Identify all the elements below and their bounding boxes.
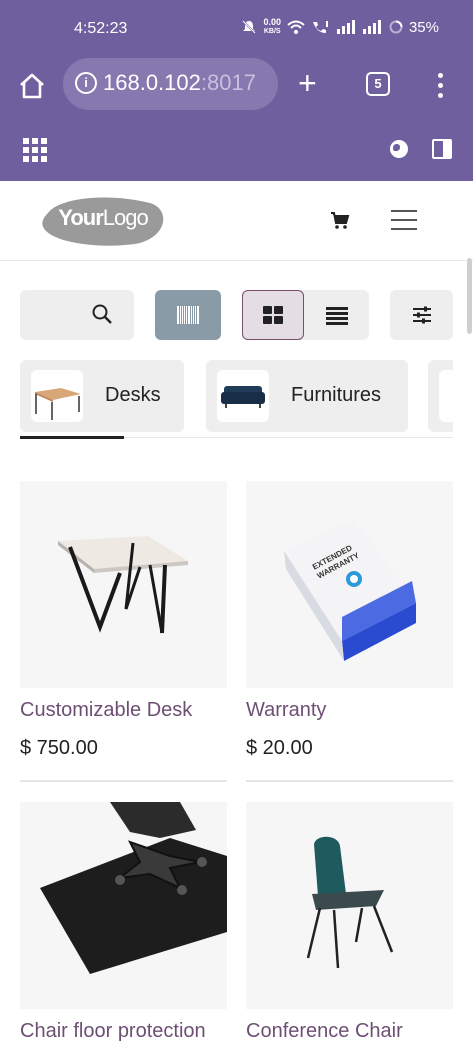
product-image[interactable] — [246, 802, 453, 1009]
product-price: $ 20.00 — [246, 737, 313, 759]
warranty-box-image: EXTENDED WARRANTY — [284, 519, 416, 661]
mute-icon — [242, 20, 257, 34]
sofa-thumbnail — [217, 370, 269, 422]
wifi-icon — [287, 20, 305, 34]
product-divider — [246, 780, 453, 782]
category-chip-desks[interactable]: Desks — [20, 360, 184, 432]
desk-image — [58, 536, 188, 634]
net-speed-value: 0.00 — [263, 17, 281, 27]
site-header: YourLogo — [0, 181, 473, 261]
barcode-scan-button[interactable] — [155, 290, 221, 340]
category-label-desks: Desks — [105, 384, 161, 406]
category-chip-partial[interactable] — [428, 360, 453, 432]
globe-icon[interactable] — [390, 140, 408, 158]
status-bar: 4:52:23 0.00 KB/S 35% — [0, 0, 473, 58]
address-bar[interactable]: i 168.0.102:8017 — [63, 58, 278, 110]
product-price: $ 750.00 — [20, 737, 98, 759]
new-tab-button[interactable]: + — [298, 67, 317, 99]
url-text[interactable]: 168.0.102:8017 — [103, 70, 256, 96]
product-card[interactable]: EXTENDED WARRANTY Warranty $ 20.00 — [246, 481, 453, 783]
logo-text-light: Logo — [102, 205, 149, 230]
product-card[interactable]: Conference Chair — [246, 802, 453, 1050]
sidebar-panel-icon[interactable] — [432, 139, 452, 159]
shop-toolbar — [0, 290, 473, 340]
floor-mat-image — [40, 802, 227, 974]
desk-icon — [35, 388, 81, 420]
search-button[interactable] — [20, 290, 134, 340]
sofa-icon — [221, 386, 265, 408]
list-view-button[interactable] — [306, 290, 368, 340]
category-label-furnitures: Furnitures — [291, 384, 382, 406]
product-name[interactable]: Customizable Desk — [20, 699, 192, 722]
product-card[interactable]: Customizable Desk $ 750.00 — [20, 481, 227, 783]
net-speed: 0.00 KB/S — [263, 18, 281, 36]
wifi-call-icon — [312, 21, 328, 33]
barcode-icon — [177, 306, 199, 324]
battery-ring-icon — [389, 20, 403, 34]
chair-image — [306, 836, 394, 969]
tab-switcher-button[interactable]: 5 — [366, 72, 390, 96]
signal-icon-2 — [362, 20, 381, 34]
net-speed-unit: KB/S — [263, 28, 281, 35]
product-card[interactable]: Chair floor protection — [20, 802, 227, 1050]
product-image[interactable] — [20, 802, 227, 1009]
page-scrollbar[interactable] — [467, 258, 472, 334]
product-image[interactable]: EXTENDED WARRANTY — [246, 481, 453, 688]
website-editor-bar — [0, 120, 473, 181]
product-divider — [20, 780, 227, 782]
sliders-icon — [413, 306, 431, 324]
category-chip-furnitures[interactable]: Furnitures — [206, 360, 408, 432]
url-port: :8017 — [200, 70, 256, 95]
info-icon[interactable]: i — [75, 72, 97, 94]
search-icon — [92, 304, 112, 324]
battery-level: 35% — [408, 18, 439, 36]
grid-icon — [263, 306, 283, 324]
logo-text-bold: Your — [58, 205, 103, 230]
site-logo[interactable]: YourLogo — [40, 195, 166, 247]
category-scroll-indicator — [20, 436, 124, 439]
cart-icon[interactable] — [330, 211, 350, 231]
desk-thumbnail — [31, 370, 83, 422]
product-name[interactable]: Conference Chair — [246, 1020, 403, 1043]
signal-icon — [336, 20, 355, 34]
category-thumbnail-partial — [439, 370, 453, 422]
category-scroll-track — [124, 437, 453, 438]
status-time: 4:52:23 — [74, 20, 128, 37]
category-carousel: Desks Furnitures — [20, 360, 453, 432]
browser-toolbar: i 168.0.102:8017 + 5 — [0, 58, 473, 120]
list-icon — [326, 307, 348, 327]
home-icon[interactable] — [16, 70, 48, 102]
url-host: 168.0.102 — [103, 70, 201, 95]
filter-button[interactable] — [390, 290, 453, 340]
grid-view-button[interactable] — [242, 290, 304, 340]
apps-grid-icon[interactable] — [23, 138, 47, 162]
logo-text: YourLogo — [40, 205, 166, 231]
browser-menu-icon[interactable] — [434, 70, 446, 100]
product-name[interactable]: Chair floor protection — [20, 1020, 206, 1043]
view-toggle-group — [242, 290, 369, 340]
product-name[interactable]: Warranty — [246, 699, 326, 722]
hamburger-menu-icon[interactable] — [391, 210, 417, 230]
status-icons: 0.00 KB/S 35% — [241, 18, 439, 36]
product-image[interactable] — [20, 481, 227, 688]
